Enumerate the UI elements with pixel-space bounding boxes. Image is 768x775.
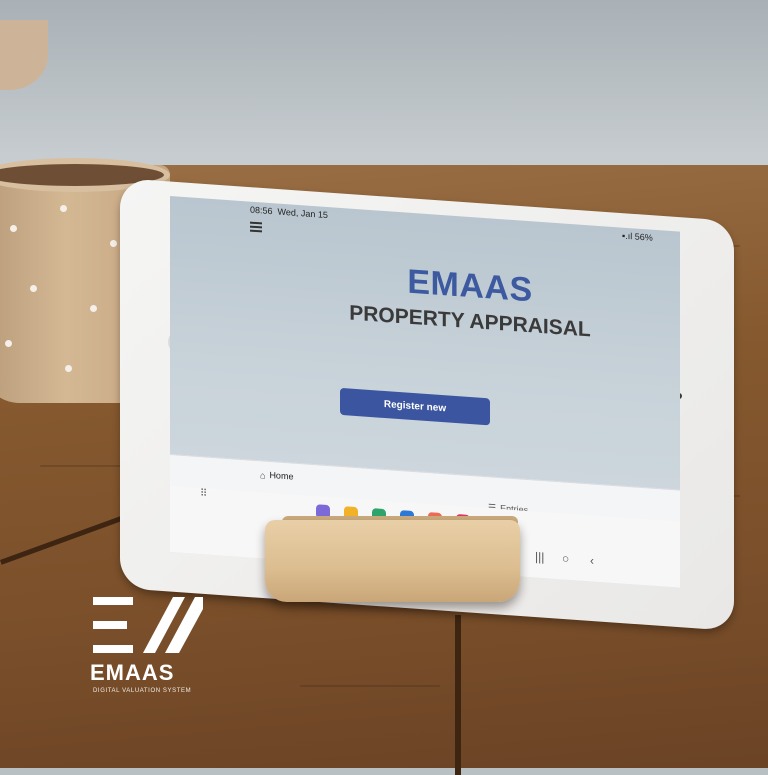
nav-home-tab[interactable]: ⌂ Home — [260, 469, 293, 482]
hamburger-menu-icon[interactable] — [250, 221, 262, 232]
status-bar-time: 08:56 Wed, Jan 15 — [250, 204, 328, 221]
signal-icon: ▪.ıl — [622, 230, 633, 242]
logo-wordmark: EMAAS — [90, 660, 175, 685]
home-circle-icon[interactable]: ○ — [562, 551, 569, 566]
home-icon: ⌂ — [260, 469, 266, 481]
status-battery: ▪.ıl 56% — [622, 230, 653, 243]
recents-icon[interactable]: ||| — [535, 550, 544, 565]
app-grid-icon[interactable]: ⠿ — [200, 488, 207, 500]
back-icon[interactable]: ‹ — [590, 553, 594, 567]
logo-tagline: DIGITAL VALUATION SYSTEM — [93, 688, 192, 694]
register-new-button[interactable]: Register new — [340, 387, 490, 426]
nav-home-label: Home — [269, 469, 294, 482]
wooden-tablet-stand — [265, 520, 520, 602]
emaas-logo-icon — [93, 597, 203, 653]
